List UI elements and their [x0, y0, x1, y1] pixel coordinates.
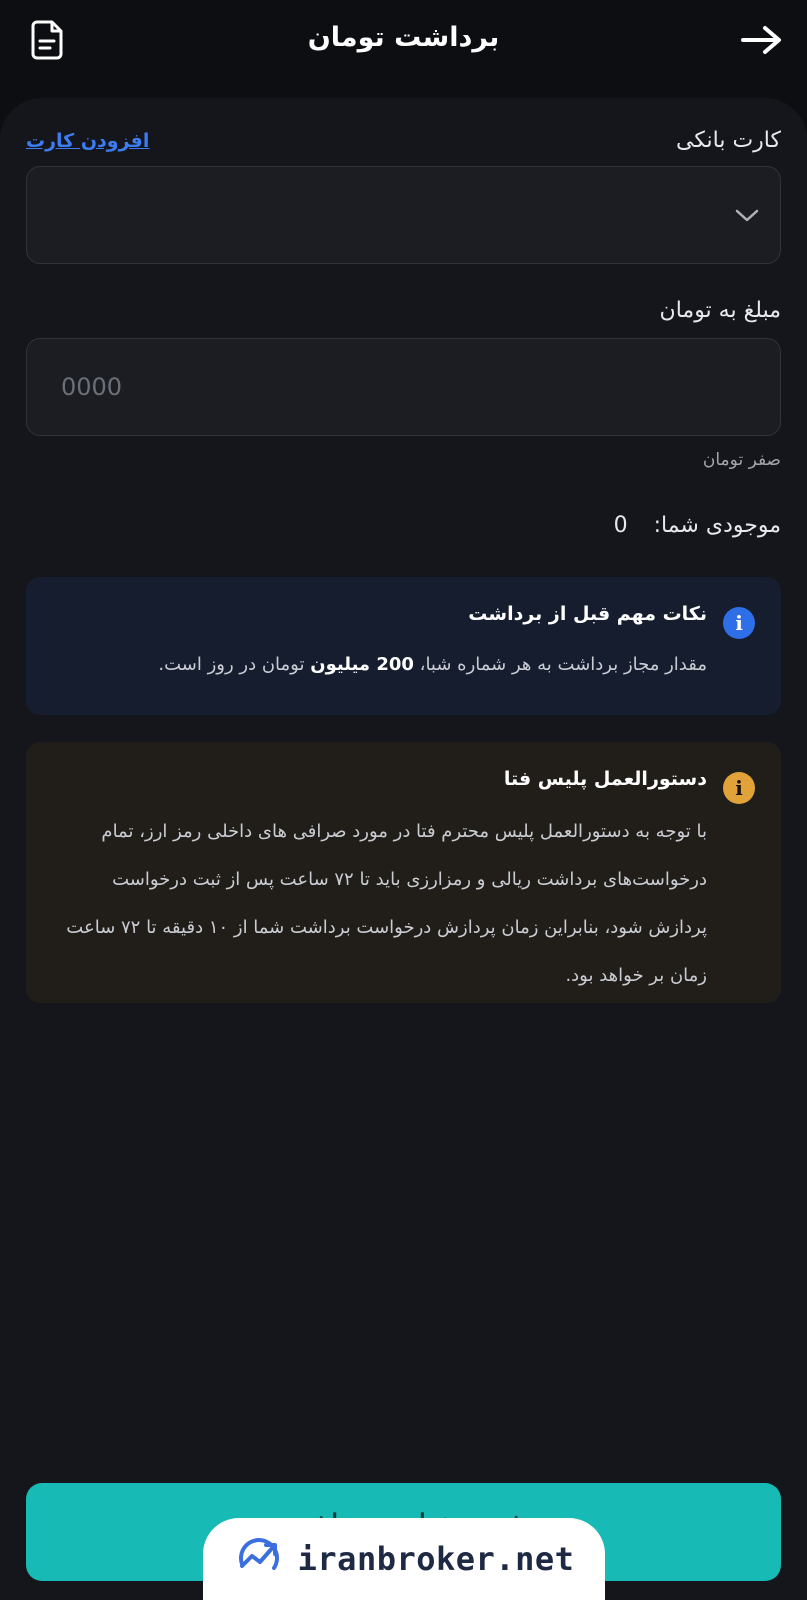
bank-card-label: کارت بانکی	[676, 128, 781, 153]
chevron-down-icon	[727, 197, 767, 233]
balance-value: 0	[613, 513, 628, 538]
watermark-badge: iranbroker.net	[203, 1518, 605, 1600]
chart-trend-logo-icon	[234, 1534, 284, 1584]
amount-in-words: صفر تومان	[702, 450, 781, 470]
notes-text-suffix: تومان در روز است.	[158, 654, 305, 675]
amount-label: مبلغ به تومان	[659, 298, 781, 323]
notes-text-prefix: مقدار مجاز برداشت به هر شماره شبا،	[419, 654, 707, 675]
amount-field-box	[26, 338, 781, 436]
page-title: برداشت تومان	[307, 22, 500, 53]
police-instruction-body: با توجه به دستورالعمل پلیس محترم فتا در …	[66, 821, 707, 986]
app-header: برداشت تومان	[0, 0, 807, 100]
police-instruction-card: i دستورالعمل پلیس فتا با توجه به دستورال…	[26, 742, 781, 1003]
info-icon: i	[723, 607, 755, 639]
arrow-right-icon	[740, 24, 784, 60]
balance-row: موجودی شما: 0	[614, 513, 781, 538]
bank-card-select[interactable]	[26, 166, 781, 264]
balance-label: موجودی شما:	[653, 513, 781, 538]
important-notes-body: مقدار مجاز برداشت به هر شماره شبا، 200 م…	[97, 641, 707, 689]
info-icon: i	[723, 772, 755, 804]
watermark-text: iranbroker.net	[297, 1540, 575, 1578]
back-button[interactable]	[738, 22, 786, 62]
add-card-link[interactable]: افزودن کارت	[26, 130, 149, 152]
amount-input[interactable]	[27, 339, 780, 435]
police-instruction-title: دستورالعمل پلیس فتا	[503, 768, 707, 790]
notes-text-limit: 200 میلیون	[310, 654, 414, 675]
important-notes-title: نکات مهم قبل از برداشت	[468, 603, 707, 625]
important-notes-card: i نکات مهم قبل از برداشت مقدار مجاز بردا…	[26, 577, 781, 715]
